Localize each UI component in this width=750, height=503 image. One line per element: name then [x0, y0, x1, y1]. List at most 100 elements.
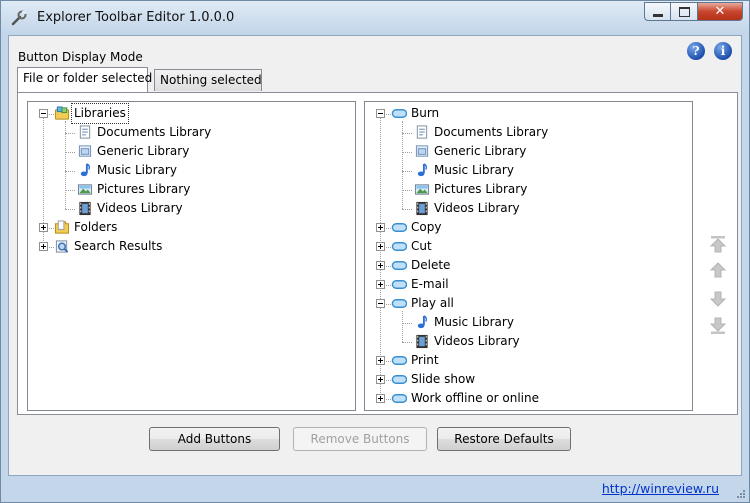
expand-icon[interactable] — [376, 261, 385, 270]
minimize-button[interactable] — [644, 2, 671, 21]
move-up-icon[interactable] — [708, 260, 728, 280]
left-tree-item[interactable]: Videos Library — [28, 199, 355, 218]
left-tree-item-label: Videos Library — [97, 201, 183, 215]
restore-defaults-button[interactable]: Restore Defaults — [437, 427, 571, 451]
toolbar-button-icon — [391, 109, 407, 118]
info-icon[interactable]: i — [714, 42, 732, 60]
website-link[interactable]: http://winreview.ru — [602, 481, 719, 496]
collapse-icon[interactable] — [39, 109, 48, 118]
right-tree-item[interactable]: Slide show — [365, 370, 692, 389]
expand-icon[interactable] — [39, 242, 48, 251]
left-tree-item-label: Music Library — [97, 163, 177, 177]
right-tree-item[interactable]: Play all — [365, 294, 692, 313]
main-content: Button Display Mode ? i File or folder s… — [8, 35, 742, 476]
left-tree-branch-line — [65, 209, 75, 210]
left-tree-item[interactable]: Generic Library — [28, 142, 355, 161]
pictures-library-icon — [414, 184, 430, 195]
left-tree-item[interactable]: Music Library — [28, 161, 355, 180]
collapse-icon[interactable] — [376, 109, 385, 118]
right-tree-branch-line — [402, 171, 412, 172]
right-tree-branch-line — [402, 342, 412, 343]
app-window: Explorer Toolbar Editor 1.0.0.0 ✕ Button… — [0, 0, 750, 503]
title-bar[interactable]: Explorer Toolbar Editor 1.0.0.0 ✕ — [1, 1, 749, 35]
minimize-icon — [653, 14, 663, 17]
right-tree-item[interactable]: Print — [365, 351, 692, 370]
right-tree-item[interactable]: Work offline or online — [365, 389, 692, 408]
expand-icon[interactable] — [376, 280, 385, 289]
right-tree-item[interactable]: Music Library — [365, 161, 692, 180]
right-tree-item-label: Videos Library — [434, 334, 520, 348]
left-tree-item[interactable]: Search Results — [28, 237, 355, 256]
film-icon — [79, 201, 91, 216]
left-tree-branch-line — [65, 171, 75, 172]
move-down-icon[interactable] — [708, 289, 728, 309]
right-tree-item[interactable]: Videos Library — [365, 332, 692, 351]
right-tree-item[interactable]: Videos Library — [365, 199, 692, 218]
right-tree-item-label: Pictures Library — [434, 182, 528, 196]
window-title: Explorer Toolbar Editor 1.0.0.0 — [37, 10, 235, 25]
maximize-button[interactable] — [671, 2, 698, 21]
move-to-top-icon[interactable] — [708, 234, 728, 254]
toolbar-button-icon — [391, 299, 407, 308]
right-tree-item-label: E-mail — [411, 277, 449, 291]
music-note-icon — [417, 163, 428, 177]
toolbar-button-icon — [391, 223, 407, 232]
film-icon — [416, 201, 428, 216]
collapse-icon[interactable] — [376, 299, 385, 308]
left-tree-item-label: Folders — [74, 220, 118, 234]
document-library-icon — [79, 125, 91, 139]
expand-icon[interactable] — [376, 394, 385, 403]
left-tree-item[interactable]: Libraries — [28, 103, 355, 124]
right-tree-item[interactable]: E-mail — [365, 275, 692, 294]
close-button[interactable]: ✕ — [698, 2, 743, 21]
remove-buttons-button[interactable]: Remove Buttons — [293, 427, 427, 451]
music-note-icon — [417, 315, 428, 329]
expand-icon[interactable] — [376, 223, 385, 232]
left-tree-item-label: Documents Library — [97, 125, 212, 139]
right-tree-item-label: Documents Library — [434, 125, 549, 139]
toolbar-buttons-tree[interactable]: Burn Documents Library Generic Library Musi… — [364, 101, 693, 411]
right-tree-item-label: Generic Library — [434, 144, 527, 158]
right-tree-branch-line — [402, 190, 412, 191]
left-tree-item[interactable]: Documents Library — [28, 123, 355, 142]
expand-icon[interactable] — [376, 242, 385, 251]
tab-nothing-selected[interactable]: Nothing selected — [154, 69, 262, 91]
right-tree-item[interactable]: Pictures Library — [365, 180, 692, 199]
right-tree-item[interactable]: Generic Library — [365, 142, 692, 161]
tab-file-or-folder-selected[interactable]: File or folder selected — [17, 67, 152, 92]
document-library-icon — [416, 125, 428, 139]
right-tree-item-label: Play all — [411, 296, 454, 310]
help-icon[interactable]: ? — [687, 42, 705, 60]
libraries-icon — [54, 106, 70, 120]
move-to-bottom-icon[interactable] — [708, 316, 728, 336]
right-tree-item[interactable]: Delete — [365, 256, 692, 275]
right-tree-item-label: Music Library — [434, 315, 514, 329]
expand-icon[interactable] — [39, 223, 48, 232]
generic-library-icon — [78, 145, 92, 157]
add-buttons-button[interactable]: Add Buttons — [149, 427, 280, 451]
left-tree-item[interactable]: Folders — [28, 218, 355, 237]
toolbar-button-icon — [391, 261, 407, 270]
right-tree-item[interactable]: Burn — [365, 104, 692, 123]
left-tree-item[interactable]: Pictures Library — [28, 180, 355, 199]
right-tree-item[interactable]: Cut — [365, 237, 692, 256]
toolbar-button-icon — [391, 356, 407, 365]
maximize-icon — [679, 7, 690, 17]
right-tree-branch-line — [402, 133, 412, 134]
expand-icon[interactable] — [376, 375, 385, 384]
close-icon: ✕ — [714, 4, 726, 19]
resize-grip-icon[interactable] — [735, 488, 746, 499]
right-tree-item-label: Delete — [411, 258, 451, 272]
available-items-tree[interactable]: Libraries Documents Library Generic Librar… — [27, 101, 356, 411]
generic-library-icon — [415, 145, 429, 157]
right-tree-item[interactable]: Copy — [365, 218, 692, 237]
expand-icon[interactable] — [376, 356, 385, 365]
right-tree-item[interactable]: Music Library — [365, 313, 692, 332]
music-note-icon — [80, 163, 91, 177]
right-tree-branch-line — [402, 209, 412, 210]
folder-icon — [54, 220, 70, 234]
right-tree-item[interactable]: Documents Library — [365, 123, 692, 142]
tab-panel: Libraries Documents Library Generic Librar… — [17, 92, 738, 415]
left-tree-item-label: Search Results — [74, 239, 163, 253]
button-display-mode-label: Button Display Mode — [18, 50, 143, 64]
